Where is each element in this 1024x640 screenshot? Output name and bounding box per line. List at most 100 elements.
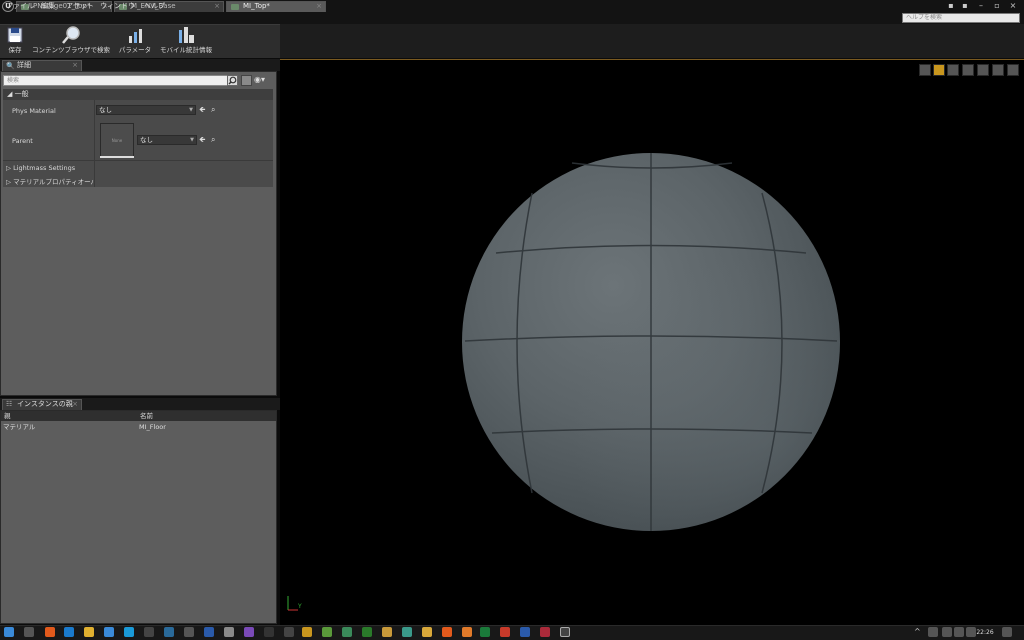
tray-icon[interactable]	[928, 627, 938, 637]
app-icon[interactable]	[402, 627, 412, 637]
chevron-up-icon[interactable]: ^	[914, 627, 921, 636]
save-button[interactable]: 保存	[3, 26, 27, 56]
use-selected-icon[interactable]: 🡸	[199, 105, 206, 115]
task-view-icon[interactable]	[24, 627, 34, 637]
app-icon[interactable]	[264, 627, 274, 637]
app-icon[interactable]	[302, 627, 312, 637]
start-icon[interactable]	[4, 627, 14, 637]
powerpoint-icon[interactable]	[500, 627, 510, 637]
instance-parents-tab[interactable]: ☷ インスタンスの親 ×	[2, 399, 82, 410]
menu-window[interactable]: ウィンドウ	[100, 1, 135, 11]
tab-mi-top[interactable]: MI_Top* ×	[226, 1, 326, 12]
app-icon[interactable]	[124, 627, 134, 637]
close-icon[interactable]: ×	[316, 2, 322, 11]
app-icon[interactable]	[284, 627, 294, 637]
app-icon[interactable]	[342, 627, 352, 637]
menu-file[interactable]: ファイル	[6, 1, 34, 11]
store-icon[interactable]	[104, 627, 114, 637]
parameters-button[interactable]: パラメータ	[116, 26, 154, 56]
viewport-cylinder-icon[interactable]	[919, 64, 931, 76]
details-icon: 🔍	[6, 62, 15, 70]
details-search-input[interactable]: 検索	[3, 75, 237, 86]
phys-material-combo[interactable]: なし ▼	[96, 105, 196, 115]
word-icon[interactable]	[520, 627, 530, 637]
firefox-icon[interactable]	[442, 627, 452, 637]
column-name[interactable]: 名前	[140, 411, 153, 421]
viewport-cube-icon[interactable]	[962, 64, 974, 76]
grid-view-icon[interactable]	[241, 75, 252, 86]
mobile-stats-label: モバイル統計情報	[160, 46, 212, 54]
window-icon[interactable]	[184, 627, 194, 637]
close-icon[interactable]: ×	[72, 400, 78, 409]
viewport-sphere-icon[interactable]	[933, 64, 945, 76]
chrome-icon[interactable]	[422, 627, 432, 637]
browse-icon[interactable]: ⌕	[211, 135, 215, 145]
chevron-down-icon: ◢	[7, 90, 13, 98]
browse-icon[interactable]: ⌕	[211, 105, 215, 115]
network-icon[interactable]	[942, 627, 952, 637]
menu-edit[interactable]: 編集	[41, 1, 55, 11]
category-general[interactable]: ◢ 一般	[3, 89, 273, 100]
mobile-stats-button[interactable]: モバイル統計情報	[158, 26, 214, 56]
search-icon[interactable]	[227, 75, 238, 86]
table-row[interactable]: マテリアル MI_Floor	[1, 422, 276, 432]
chevron-right-icon: ▷	[6, 178, 11, 186]
close-icon[interactable]: ×	[214, 2, 220, 11]
browse-label: コンテンツブラウザで検索	[32, 46, 110, 54]
volume-icon[interactable]	[954, 627, 964, 637]
unreal-engine-icon[interactable]	[560, 627, 570, 637]
explorer-icon[interactable]	[84, 627, 94, 637]
parent-combo[interactable]: なし ▼	[137, 135, 197, 145]
menu-asset[interactable]: アセット	[66, 1, 94, 11]
viewport-plane-icon[interactable]	[947, 64, 959, 76]
category-general-label: 一般	[14, 90, 29, 98]
feedback-icon[interactable]: ▪	[946, 1, 956, 10]
category-override[interactable]: ▷ マテリアルプロパティオーバー	[6, 176, 94, 186]
app-icon[interactable]	[462, 627, 472, 637]
visual-studio-icon[interactable]	[244, 627, 254, 637]
maximize-icon[interactable]: ▫	[992, 1, 1002, 10]
phys-material-value: なし	[99, 106, 112, 114]
action-center-icon[interactable]	[1002, 627, 1012, 637]
app-icon[interactable]	[540, 627, 550, 637]
clock[interactable]: 22:26	[974, 626, 996, 639]
tab-label: MI_Top*	[243, 2, 270, 10]
minimize-icon[interactable]: –	[976, 1, 986, 10]
app-icon[interactable]	[224, 627, 234, 637]
viewport-mesh-icon[interactable]	[977, 64, 989, 76]
notification-icon[interactable]: ▪	[960, 1, 970, 10]
hierarchy-icon: ☷	[6, 400, 13, 408]
app-icon[interactable]	[204, 627, 214, 637]
window-close-icon[interactable]: ×	[1008, 1, 1018, 10]
menu-help[interactable]: ヘルプ	[144, 1, 165, 11]
instance-parents-panel	[0, 410, 277, 624]
viewport-grid-icon[interactable]	[992, 64, 1004, 76]
parent-value: なし	[140, 136, 153, 144]
category-lightmass[interactable]: ▷ Lightmass Settings	[6, 164, 75, 172]
material-instance-icon	[231, 4, 239, 10]
edge-icon[interactable]	[64, 627, 74, 637]
excel-icon[interactable]	[480, 627, 490, 637]
property-divider[interactable]	[94, 100, 95, 187]
details-tab[interactable]: 🔍 詳細 ×	[2, 60, 82, 71]
firefox-icon[interactable]	[45, 627, 55, 637]
app-icon[interactable]	[382, 627, 392, 637]
help-search-input[interactable]: ヘルプを検索	[902, 13, 1020, 23]
app-icon[interactable]	[322, 627, 332, 637]
phys-material-label: Phys Material	[12, 107, 56, 115]
axis-gizmo-icon: Y	[287, 596, 302, 611]
chevron-down-icon: ▼	[190, 137, 194, 143]
column-parent[interactable]: 親	[4, 411, 11, 421]
close-icon[interactable]: ×	[72, 61, 78, 70]
console-icon[interactable]	[144, 627, 154, 637]
browse-content-button[interactable]: コンテンツブラウザで検索	[30, 26, 112, 56]
photo-icon[interactable]	[164, 627, 174, 637]
app-icon[interactable]	[362, 627, 372, 637]
toolbar-empty	[280, 24, 1024, 58]
eye-icon[interactable]: ◉▾	[254, 75, 272, 86]
parent-thumbnail[interactable]: None	[100, 123, 134, 157]
viewport-realtime-icon[interactable]	[1007, 64, 1019, 76]
mobile-stats-icon	[179, 27, 194, 43]
instance-tab-label: インスタンスの親	[17, 400, 73, 408]
use-selected-icon[interactable]: 🡸	[199, 135, 206, 145]
